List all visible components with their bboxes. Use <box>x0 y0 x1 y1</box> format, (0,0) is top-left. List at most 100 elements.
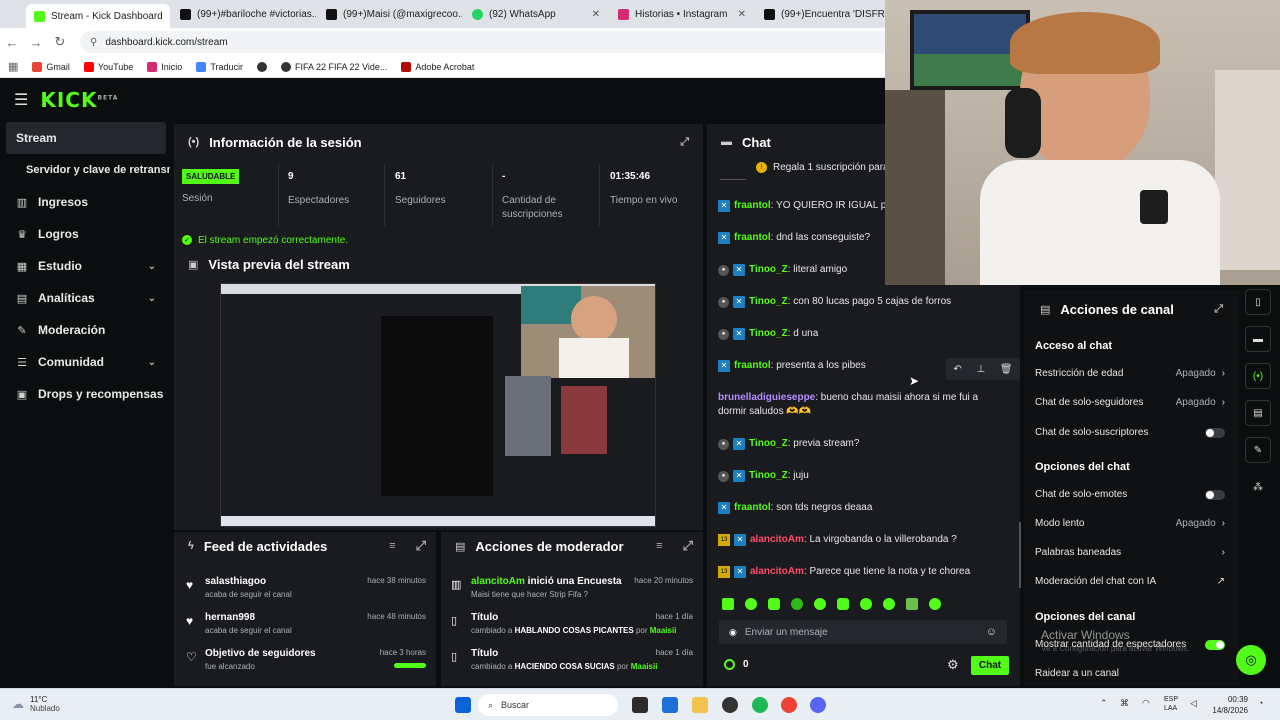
forward-icon[interactable]: → <box>24 35 48 50</box>
bookmark-gmail[interactable]: Gmail <box>32 61 70 72</box>
sidebar-item-analiticas[interactable]: ▤ Analíticas ⌄ <box>0 282 170 314</box>
sidebar-item-comunidad[interactable]: ☰ Comunidad ⌄ <box>0 346 170 378</box>
chat-username[interactable]: Tinoo_Z <box>749 328 788 339</box>
reload-icon[interactable]: ↻ <box>48 34 72 50</box>
chat-username[interactable]: fraantol <box>734 232 771 243</box>
emote-icon[interactable] <box>745 598 757 610</box>
language-indicator[interactable]: ESP LAA <box>1164 695 1178 713</box>
weather-widget[interactable]: ☁ 11°C Nublado <box>12 695 60 713</box>
taskbar-search[interactable]: ⌕ Buscar <box>478 694 618 716</box>
speaker-icon[interactable]: ◁ <box>1190 698 1197 709</box>
chat-message[interactable]: 13 ✕ alancitoAm: La virgobanda o la viller… <box>718 533 1008 547</box>
send-chat-button[interactable]: Chat <box>971 656 1009 675</box>
chat-input[interactable]: ◉ Enviar un mensaje ☺ <box>719 620 1007 644</box>
chat-message[interactable]: ● ✕ Tinoo_Z: con 80 lucas pago 5 cajas de … <box>718 295 1008 309</box>
spotify-icon[interactable] <box>752 697 768 713</box>
chat-username[interactable]: fraantol <box>734 360 771 371</box>
tool-list-icon[interactable]: ▤ <box>1245 400 1271 426</box>
task-view-icon[interactable] <box>632 697 648 713</box>
row-slow-mode[interactable]: Modo lento Apagado › <box>1035 518 1225 529</box>
tab-tiktok-3[interactable]: (99+)Encuentra 'DISFRACES... <box>756 4 886 24</box>
site-info-icon[interactable]: ⚲ <box>90 37 97 48</box>
row-raid[interactable]: Raidear a un canal <box>1035 668 1225 679</box>
wifi-icon[interactable]: ◠ <box>1142 698 1150 709</box>
bookmark-instagram[interactable]: Inicio <box>147 61 182 72</box>
close-icon[interactable]: ✕ <box>592 9 600 20</box>
filter-icon[interactable]: ≡ <box>656 540 662 552</box>
settings-gear-icon[interactable]: ⚙ <box>947 657 959 673</box>
channel-points[interactable]: 0 <box>724 659 749 670</box>
chat-username[interactable]: Tinoo_Z <box>749 296 788 307</box>
tool-broadcast-icon[interactable]: (•) <box>1245 363 1271 389</box>
tool-message-icon[interactable]: ▬ <box>1245 326 1271 352</box>
row-banned-words[interactable]: Palabras baneadas › <box>1035 547 1225 558</box>
tool-chat-icon[interactable]: ▯ <box>1245 289 1271 315</box>
chat-message[interactable]: ✕ fraantol: son tds negros deaaa <box>718 501 1008 515</box>
hamburger-menu-icon[interactable]: ☰ <box>14 90 28 110</box>
close-icon[interactable]: ✕ <box>738 9 746 20</box>
kick-logo[interactable]: KICKBETA <box>40 88 118 112</box>
chat-username[interactable]: fraantol <box>734 200 771 211</box>
sidebar-item-drops[interactable]: ▣ Drops y recompensas <box>0 378 170 410</box>
file-explorer-icon[interactable] <box>692 697 708 713</box>
chat-username[interactable]: Tinoo_Z <box>749 438 788 449</box>
bookmark-untitled[interactable] <box>257 61 267 72</box>
expand-icon[interactable]: ⤢ <box>1214 303 1223 316</box>
expand-icon[interactable]: ⤢ <box>683 538 693 554</box>
emoji-icon[interactable]: ☺ <box>986 626 997 638</box>
emotes-only-toggle[interactable] <box>1205 489 1225 500</box>
notification-bell-icon[interactable]: ◔ <box>1258 698 1263 708</box>
tool-wrench-icon[interactable]: ✎ <box>1245 437 1271 463</box>
emote-icon[interactable] <box>837 598 849 610</box>
emote-icon[interactable] <box>906 598 918 610</box>
tab-tiktok-2[interactable]: (99+)Maisi (@maxigrecoo... ✕ <box>318 4 462 24</box>
sidebar-item-logros[interactable]: ♛ Logros <box>0 218 170 250</box>
epic-icon[interactable] <box>722 697 738 713</box>
url-field[interactable]: ⚲ dashboard.kick.com/stream <box>80 31 900 53</box>
row-followers-only[interactable]: Chat de solo-seguidores Apagado › <box>1035 397 1225 408</box>
chat-message[interactable]: ● ✕ Tinoo_Z: juju <box>718 469 1008 483</box>
emote-icon[interactable] <box>722 598 734 610</box>
chat-scrollbar[interactable] <box>1019 522 1021 588</box>
emote-icon[interactable] <box>814 598 826 610</box>
tab-tiktok-1[interactable]: (99+)#bariloche #victorias... ✕ <box>172 4 316 24</box>
bookmark-youtube[interactable]: YouTube <box>83 61 133 72</box>
chat-username[interactable]: Tinoo_Z <box>749 470 788 481</box>
expand-icon[interactable]: ⤢ <box>680 136 689 149</box>
chevron-up-icon[interactable]: ⌃ <box>1100 698 1108 709</box>
bookmark-acrobat[interactable]: Adobe Acrobat <box>401 61 474 72</box>
row-age-restriction[interactable]: Restricción de edad Apagado › <box>1035 368 1225 379</box>
chat-message[interactable]: ● ✕ Tinoo_Z: d una <box>718 327 1008 341</box>
chat-username[interactable]: brunelladiguieseppe <box>718 392 815 403</box>
tab-whatsapp[interactable]: (92) WhatsApp ✕ <box>464 4 608 24</box>
emote-icon[interactable] <box>860 598 872 610</box>
emote-icon[interactable] <box>791 598 803 610</box>
sidebar-item-estudio[interactable]: ▦ Estudio ⌄ <box>0 250 170 282</box>
chat-username[interactable]: Tinoo_Z <box>749 264 788 275</box>
trash-icon[interactable]: 🗑 <box>1000 364 1013 375</box>
pinned-gift-banner[interactable]: ! Regala 1 suscripción para <box>756 162 889 173</box>
close-icon[interactable]: ✕ <box>169 11 170 22</box>
sidebar-item-server-key[interactable]: Servidor y clave de retransmi <box>0 154 170 186</box>
reply-icon[interactable]: ↶ <box>953 364 961 375</box>
chrome-icon[interactable] <box>781 697 797 713</box>
windows-start-icon[interactable] <box>455 697 471 713</box>
chat-message[interactable]: brunelladiguieseppe: bueno chau maisii a… <box>718 391 1008 419</box>
tab-kick-dashboard[interactable]: Stream - Kick Dashboard ✕ <box>26 4 170 28</box>
clock[interactable]: 00:39 14/8/2026 <box>1208 694 1248 716</box>
bookmark-translate[interactable]: Traducir <box>196 61 243 72</box>
sidebar-item-ingresos[interactable]: ▥ Ingresos <box>0 186 170 218</box>
emote-icon[interactable] <box>883 598 895 610</box>
bookmark-fifa[interactable]: FIFA 22 FIFA 22 Vide... <box>281 61 387 72</box>
help-chat-button[interactable]: ◎ <box>1236 645 1266 675</box>
chat-username[interactable]: fraantol <box>734 502 771 513</box>
tab-instagram[interactable]: Historias • Instagram ✕ <box>610 4 754 24</box>
row-ai-moderation[interactable]: Moderación del chat con IA ↗ <box>1035 576 1225 587</box>
emote-icon[interactable] <box>768 598 780 610</box>
tool-more-icon[interactable]: ⁂ <box>1245 474 1271 500</box>
chat-message[interactable]: 13 ✕ alancitoAm: Parece que tiene la nota … <box>718 565 1008 579</box>
pin-icon[interactable]: ⊥ <box>976 364 985 375</box>
store-icon[interactable] <box>662 697 678 713</box>
network-icon[interactable]: ⌘ <box>1120 698 1129 709</box>
discord-icon[interactable] <box>810 697 826 713</box>
